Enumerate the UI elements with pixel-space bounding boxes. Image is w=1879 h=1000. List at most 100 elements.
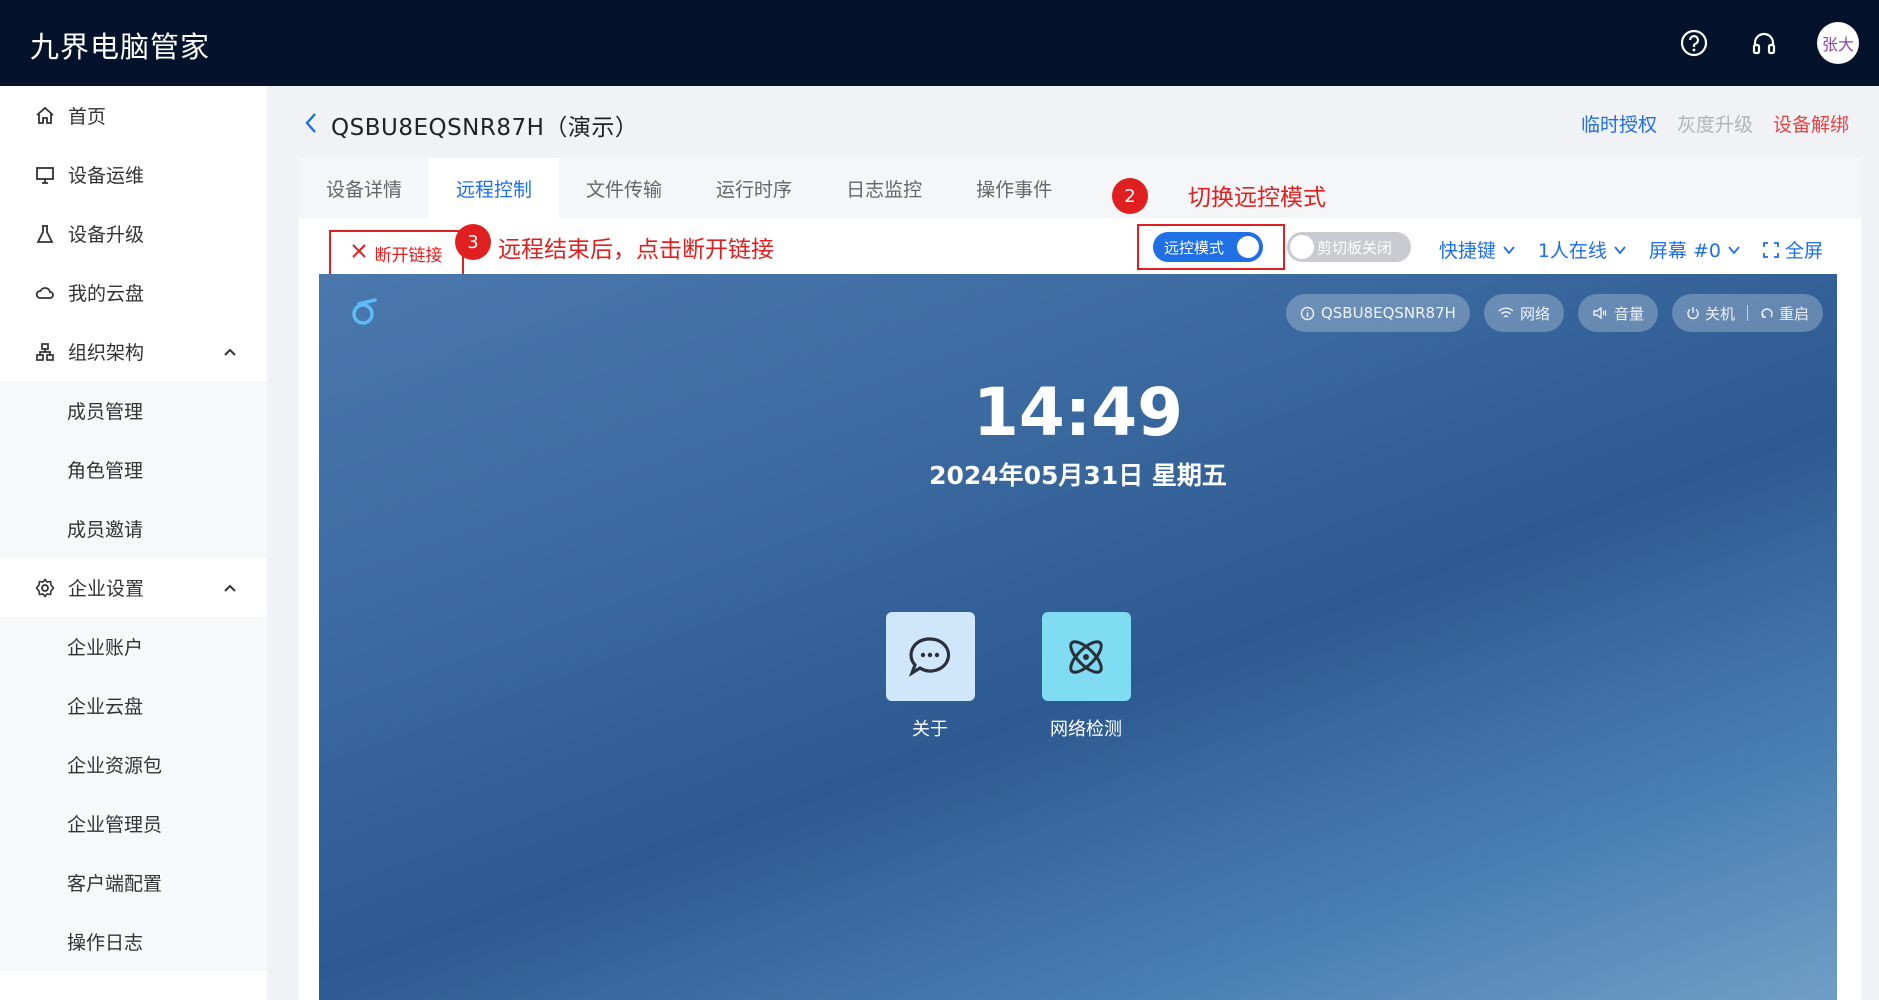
restart-button[interactable]: 重启 (1760, 303, 1809, 324)
app-label: 网络检测 (1050, 719, 1122, 740)
disconnect-label: 断开链接 (374, 245, 443, 266)
sidebar-item-label: 设备运维 (68, 165, 145, 187)
remote-status-pills: QSBU8EQSNR87H 网络 音量 关机 重启 (1285, 294, 1823, 332)
header-actions: 临时授权 灰度升级 设备解绑 (1581, 110, 1849, 137)
question-circle-icon[interactable] (1677, 26, 1711, 60)
remote-clock: 14:49 (972, 374, 1184, 451)
sidebar-item-device-ops[interactable]: 设备运维 (0, 145, 267, 204)
shutdown-label: 关机 (1704, 304, 1735, 323)
power-icon (1687, 307, 1699, 320)
top-bar: 九界电脑管家 张大 (0, 0, 1879, 86)
close-icon (351, 243, 367, 264)
gray-upgrade-link[interactable]: 灰度升级 (1677, 110, 1753, 137)
unbind-device-link[interactable]: 设备解绑 (1773, 110, 1849, 137)
online-users-dropdown[interactable]: 1人在线 (1538, 236, 1627, 263)
tab-remote-control[interactable]: 远程控制 (429, 158, 560, 218)
top-actions: 张大 (1677, 22, 1859, 64)
chat-bubble-icon (885, 612, 975, 701)
sidebar-item-label: 企业设置 (68, 578, 145, 600)
chevron-down-icon (1728, 245, 1740, 254)
sidebar-item-invites[interactable]: 成员邀请 (0, 499, 267, 558)
fullscreen-button[interactable]: 全屏 (1763, 236, 1823, 263)
shortcut-label: 快捷键 (1438, 240, 1496, 262)
tab-run-timeline[interactable]: 运行时序 (689, 158, 819, 218)
toggle-knob (1290, 235, 1314, 259)
sidebar-item-members[interactable]: 成员管理 (0, 381, 267, 440)
toolbar-links: 快捷键 1人在线 屏幕 #0 全屏 (1439, 236, 1823, 263)
chevron-up-icon (223, 578, 237, 600)
sidebar-item-roles[interactable]: 角色管理 (0, 440, 267, 499)
speaker-icon (1593, 306, 1607, 320)
fullscreen-label: 全屏 (1784, 240, 1823, 262)
headset-icon[interactable] (1747, 26, 1781, 60)
chevron-up-icon (223, 342, 237, 364)
wifi-icon (1498, 307, 1514, 318)
home-icon (34, 105, 56, 127)
volume-pill[interactable]: 音量 (1577, 294, 1658, 332)
remote-date: 2024年05月31日 星期五 (929, 461, 1227, 490)
sidebar-item-label: 首页 (68, 106, 107, 128)
monitor-icon (34, 164, 56, 186)
tab-operation-events[interactable]: 操作事件 (949, 158, 1079, 218)
tab-bar: 设备详情 远程控制 文件传输 运行时序 日志监控 操作事件 (299, 158, 1861, 218)
sidebar-item-enterprise-settings[interactable]: 企业设置 (0, 558, 267, 617)
annotation-step2-badge: 2 (1112, 178, 1148, 214)
gear-icon (34, 577, 56, 599)
screen-label: 屏幕 #0 (1648, 240, 1721, 262)
clipboard-toggle[interactable]: 剪切板关闭 (1287, 232, 1411, 262)
avatar[interactable]: 张大 (1817, 22, 1859, 64)
back-arrow-icon[interactable] (303, 111, 319, 139)
page-title: QSBU8EQSNR87H（演示） (331, 115, 639, 141)
pill-divider (1746, 305, 1748, 321)
app-network-check[interactable]: 网络检测 (1031, 612, 1141, 741)
sidebar-item-label: 设备升级 (68, 224, 145, 246)
sidebar-item-operation-log[interactable]: 操作日志 (0, 912, 267, 971)
chevron-down-icon (1503, 245, 1515, 254)
tab-log-monitor[interactable]: 日志监控 (819, 158, 949, 218)
app-about[interactable]: 关于 (875, 612, 985, 741)
disconnect-button[interactable]: 断开链接 (329, 230, 464, 276)
sidebar-item-device-upgrade[interactable]: 设备升级 (0, 204, 267, 263)
annotation-step3-badge: 3 (455, 224, 491, 260)
page-header: QSBU8EQSNR87H（演示） 临时授权 灰度升级 设备解绑 (267, 86, 1879, 160)
sidebar-item-client-config[interactable]: 客户端配置 (0, 853, 267, 912)
sidebar-item-label: 组织架构 (68, 342, 145, 364)
sidebar-item-resource-pack[interactable]: 企业资源包 (0, 735, 267, 794)
sidebar: 首页 设备运维 设备升级 我的云盘 组织架构 成员管理 角色管理 成员邀请 企业… (0, 86, 267, 1000)
sidebar-item-label: 我的云盘 (68, 283, 145, 305)
volume-label: 音量 (1613, 304, 1644, 323)
annotation-step2-text: 切换远控模式 (1188, 185, 1326, 211)
annotation-step3-text: 远程结束后，点击断开链接 (498, 237, 774, 263)
power-pill: 关机 重启 (1671, 294, 1823, 332)
network-label: 网络 (1519, 304, 1550, 323)
info-icon (1300, 306, 1315, 320)
sidebar-item-enterprise-account[interactable]: 企业账户 (0, 617, 267, 676)
shutdown-button[interactable]: 关机 (1686, 303, 1735, 324)
restart-label: 重启 (1778, 304, 1809, 323)
screen-select-dropdown[interactable]: 屏幕 #0 (1649, 236, 1741, 263)
sidebar-item-org[interactable]: 组织架构 (0, 322, 267, 381)
org-chart-icon (34, 341, 56, 363)
main-content: QSBU8EQSNR87H（演示） 临时授权 灰度升级 设备解绑 设备详情 远程… (267, 86, 1879, 1000)
atom-icon (1041, 612, 1131, 701)
org-submenu: 成员管理 角色管理 成员邀请 (0, 381, 267, 558)
app-logo-icon (347, 296, 381, 334)
shortcut-dropdown[interactable]: 快捷键 (1439, 236, 1516, 263)
tab-device-details[interactable]: 设备详情 (299, 158, 429, 218)
sidebar-item-cloud-drive[interactable]: 我的云盘 (0, 263, 267, 322)
toggle-knob (1237, 236, 1259, 258)
remote-mode-toggle[interactable]: 远控模式 (1153, 232, 1263, 262)
sidebar-item-enterprise-cloud[interactable]: 企业云盘 (0, 676, 267, 735)
sidebar-item-admins[interactable]: 企业管理员 (0, 794, 267, 853)
online-label: 1人在线 (1537, 240, 1607, 262)
restart-icon (1761, 308, 1773, 318)
app-title: 九界电脑管家 (30, 30, 211, 64)
network-pill[interactable]: 网络 (1483, 294, 1564, 332)
sidebar-item-home[interactable]: 首页 (0, 86, 267, 145)
temp-auth-link[interactable]: 临时授权 (1581, 110, 1657, 137)
remote-mode-label: 远控模式 (1164, 238, 1225, 257)
remote-desktop-view[interactable]: QSBU8EQSNR87H 网络 音量 关机 重启 14:49 2024年05月… (319, 274, 1837, 1000)
device-id-pill[interactable]: QSBU8EQSNR87H (1285, 294, 1470, 332)
settings-submenu: 企业账户 企业云盘 企业资源包 企业管理员 客户端配置 操作日志 (0, 617, 267, 971)
tab-file-transfer[interactable]: 文件传输 (559, 158, 689, 218)
